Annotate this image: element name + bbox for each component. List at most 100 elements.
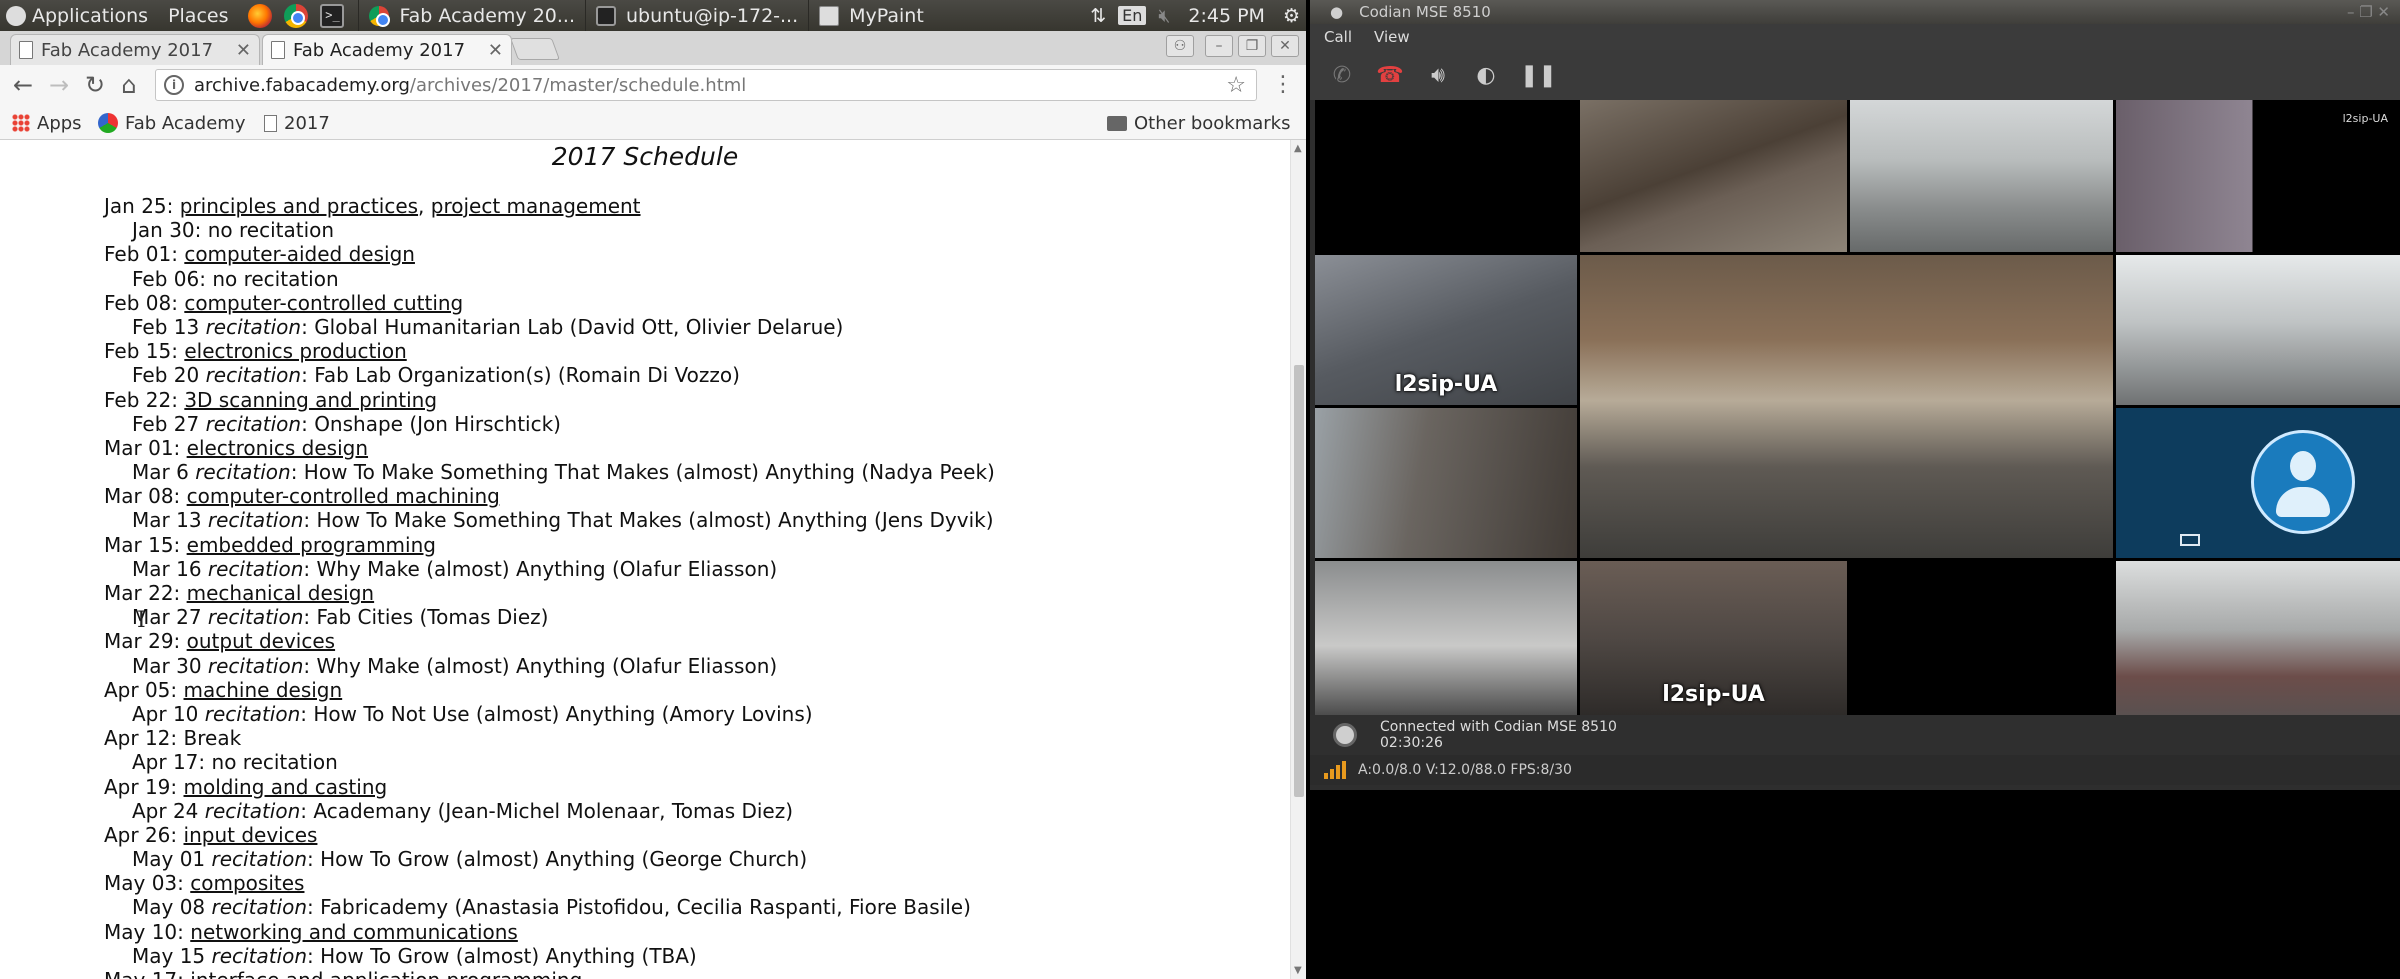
new-tab-button[interactable] <box>509 38 561 60</box>
terminal-launcher[interactable]: >_ <box>314 0 350 31</box>
schedule-topic-link[interactable]: interface and application programming <box>190 968 582 979</box>
tab-strip: Fab Academy 2017 ✕ Fab Academy 2017 ✕ ⚇ … <box>0 31 1306 65</box>
schedule-topic-link[interactable]: electronics design <box>187 436 368 460</box>
info-icon[interactable]: i <box>164 75 184 95</box>
address-bar[interactable]: i archive.fabacademy.org/archives/2017/m… <box>155 69 1257 101</box>
schedule-topic-link[interactable]: molding and casting <box>184 775 388 799</box>
reload-icon: ↻ <box>84 71 106 99</box>
menu-button[interactable]: ⋮ <box>1272 71 1294 99</box>
schedule-class-row: May 03: composites <box>104 871 995 895</box>
bookmark-star-icon[interactable]: ☆ <box>1226 73 1246 98</box>
schedule-recitation-row: Mar 27 recitation: Fab Cities (Tomas Die… <box>132 605 549 630</box>
pause-icon[interactable]: ❚❚ <box>1520 63 1557 88</box>
schedule-class-row: Apr 05: machine design <box>104 678 995 702</box>
schedule-topic-link[interactable]: composites <box>190 871 304 895</box>
clock[interactable]: 2:45 PM <box>1176 0 1277 31</box>
page-icon <box>19 41 33 59</box>
other-bookmarks[interactable]: Other bookmarks <box>1107 106 1290 140</box>
schedule-class-row: May 10: networking and communications <box>104 920 995 944</box>
close-tab-icon[interactable]: ✕ <box>236 40 251 61</box>
schedule-recitation-row: Jan 30: no recitation <box>104 218 995 242</box>
volume-indicator[interactable]: 🔇︎ <box>1152 0 1176 31</box>
hangup-icon[interactable]: ☎ <box>1376 63 1404 88</box>
taskbar-item-chrome[interactable]: Fab Academy 20... <box>358 0 585 31</box>
schedule-date: Feb 06: <box>132 266 206 291</box>
schedule-topic-link[interactable]: mechanical design <box>187 581 374 605</box>
home-button[interactable]: ⌂ <box>114 70 144 100</box>
schedule-text: How To Make Something That Makes (almost… <box>303 460 995 485</box>
schedule-text: How To Make Something That Makes (almost… <box>316 508 994 533</box>
session-menu[interactable]: ⚙ <box>1277 0 1306 31</box>
schedule-topic-link[interactable]: 3D scanning and printing <box>184 388 437 412</box>
schedule-class-row: Jan 25: principles and practices, projec… <box>104 194 641 218</box>
browser-window: Fab Academy 2017 ✕ Fab Academy 2017 ✕ ⚇ … <box>0 31 1306 979</box>
person-icon: ⚇ <box>1173 38 1187 54</box>
firefox-icon <box>248 3 273 28</box>
call-phone-icon[interactable]: ✆ <box>1328 63 1356 88</box>
page-scrollbar[interactable]: ▲ ▼ <box>1290 140 1306 979</box>
schedule-topic-link[interactable]: input devices <box>184 823 318 847</box>
places-menu[interactable]: Places <box>162 0 234 31</box>
reload-button[interactable]: ↻ <box>80 70 110 100</box>
schedule-topic-link[interactable]: output devices <box>187 629 335 653</box>
taskbar-item-terminal[interactable]: ubuntu@ip-172-... <box>585 0 808 31</box>
tab-fab-academy-1[interactable]: Fab Academy 2017 ✕ <box>10 34 260 65</box>
taskbar-item-mypaint[interactable]: MyPaint <box>808 0 1008 31</box>
page-icon <box>264 114 277 132</box>
bookmark-fab-academy[interactable]: Fab Academy <box>98 106 246 140</box>
schedule-date: Apr 10 <box>132 701 199 726</box>
speaker-icon[interactable]: 🔊︎ <box>1424 63 1452 88</box>
forward-button[interactable]: → <box>44 70 74 100</box>
menu-view[interactable]: View <box>1374 28 1410 46</box>
minimize-button[interactable]: – <box>1205 35 1233 57</box>
maximize-button[interactable]: ❐ <box>1238 35 1266 57</box>
bookmark-apps[interactable]: Apps <box>12 106 82 140</box>
schedule-topic-link[interactable]: networking and communications <box>190 920 518 944</box>
bookmark-2017[interactable]: 2017 <box>264 106 330 140</box>
profile-button[interactable]: ⚇ <box>1166 35 1194 57</box>
schedule-topic-link[interactable]: embedded programming <box>187 533 436 557</box>
scroll-down-icon[interactable]: ▼ <box>1294 965 1302 976</box>
video-tile-person-closeup: l2sip-UA <box>1580 561 1847 715</box>
schedule-date: May 03: <box>104 871 184 896</box>
applications-menu[interactable]: Applications <box>0 0 154 31</box>
schedule-date: Feb 22: <box>104 387 178 412</box>
network-indicator[interactable]: ⇅ <box>1084 0 1112 31</box>
tab-fab-academy-2[interactable]: Fab Academy 2017 ✕ <box>262 34 512 65</box>
close-tab-icon[interactable]: ✕ <box>488 40 503 61</box>
schedule-text: How To Grow (almost) Anything (TBA) <box>320 943 697 968</box>
keyboard-layout-indicator[interactable]: En <box>1112 0 1152 31</box>
recitation-label: recitation <box>205 314 302 339</box>
schedule-topic-link[interactable]: principles and practices <box>180 194 418 218</box>
schedule-recitation-row: Feb 13 recitation: Global Humanitarian L… <box>132 314 844 339</box>
back-button[interactable]: ← <box>8 70 38 100</box>
schedule-date: Apr 24 <box>132 798 199 823</box>
schedule-topic-link[interactable]: electronics production <box>184 339 406 363</box>
schedule-topic-link[interactable]: computer-controlled machining <box>187 484 500 508</box>
menu-call[interactable]: Call <box>1324 28 1352 46</box>
window-controls[interactable]: – ❐ ✕ <box>2347 3 2390 21</box>
schedule-date: Apr 26: <box>104 822 178 847</box>
schedule-topic-link[interactable]: computer-controlled cutting <box>184 291 463 315</box>
schedule-recitation-row: Apr 17: no recitation <box>104 750 995 774</box>
recitation-label: recitation <box>195 460 291 485</box>
camera-icon[interactable]: ◐ <box>1472 63 1500 88</box>
firefox-launcher[interactable] <box>242 0 278 31</box>
schedule-topic-link[interactable]: project management <box>431 194 641 218</box>
schedule-topic-link[interactable]: computer-aided design <box>184 242 415 266</box>
scroll-up-icon[interactable]: ▲ <box>1294 143 1302 154</box>
schedule-text: Academany (Jean-Michel Molenaar, Tomas D… <box>313 798 794 823</box>
schedule-recitation-row: Mar 13 recitation: How To Make Something… <box>132 508 994 533</box>
video-grid: l2sip-UA l2sip-UA l2sip-UA <box>1315 100 2400 715</box>
recitation-label: recitation <box>205 363 302 388</box>
window-menu-icon[interactable]: ● <box>1330 3 1343 21</box>
scroll-thumb[interactable] <box>1294 365 1304 797</box>
chrome-launcher[interactable] <box>278 0 314 31</box>
video-tile-person-office <box>1315 408 1577 558</box>
schedule-topic-link[interactable]: machine design <box>184 678 343 702</box>
schedule-recitation-row: Mar 30 recitation: Why Make (almost) Any… <box>132 653 778 678</box>
close-window-button[interactable]: ✕ <box>1271 35 1299 57</box>
recitation-label: recitation <box>211 895 308 920</box>
schedule-text: How To Not Use (almost) Anything (Amory … <box>313 701 813 726</box>
schedule-date: Mar 15: <box>104 532 181 557</box>
